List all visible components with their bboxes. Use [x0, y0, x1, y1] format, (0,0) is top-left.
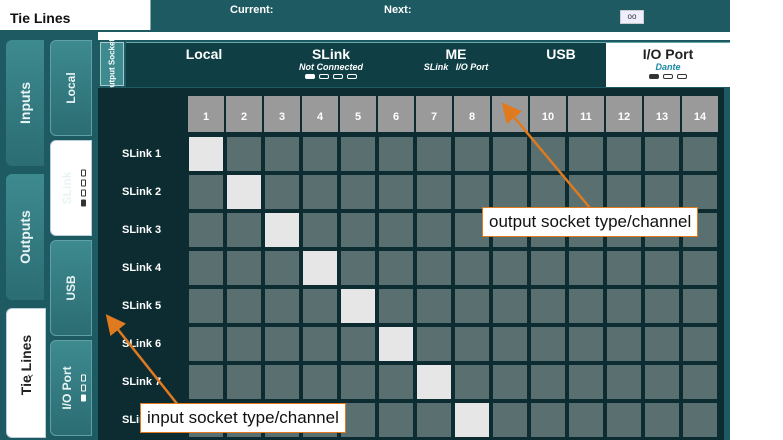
- output-annotation-arrow: [501, 102, 591, 209]
- output-socket-annotation: output socket type/channel: [482, 207, 699, 237]
- input-annotation-arrow: [105, 314, 179, 406]
- input-socket-annotation: input socket type/channel: [140, 403, 346, 433]
